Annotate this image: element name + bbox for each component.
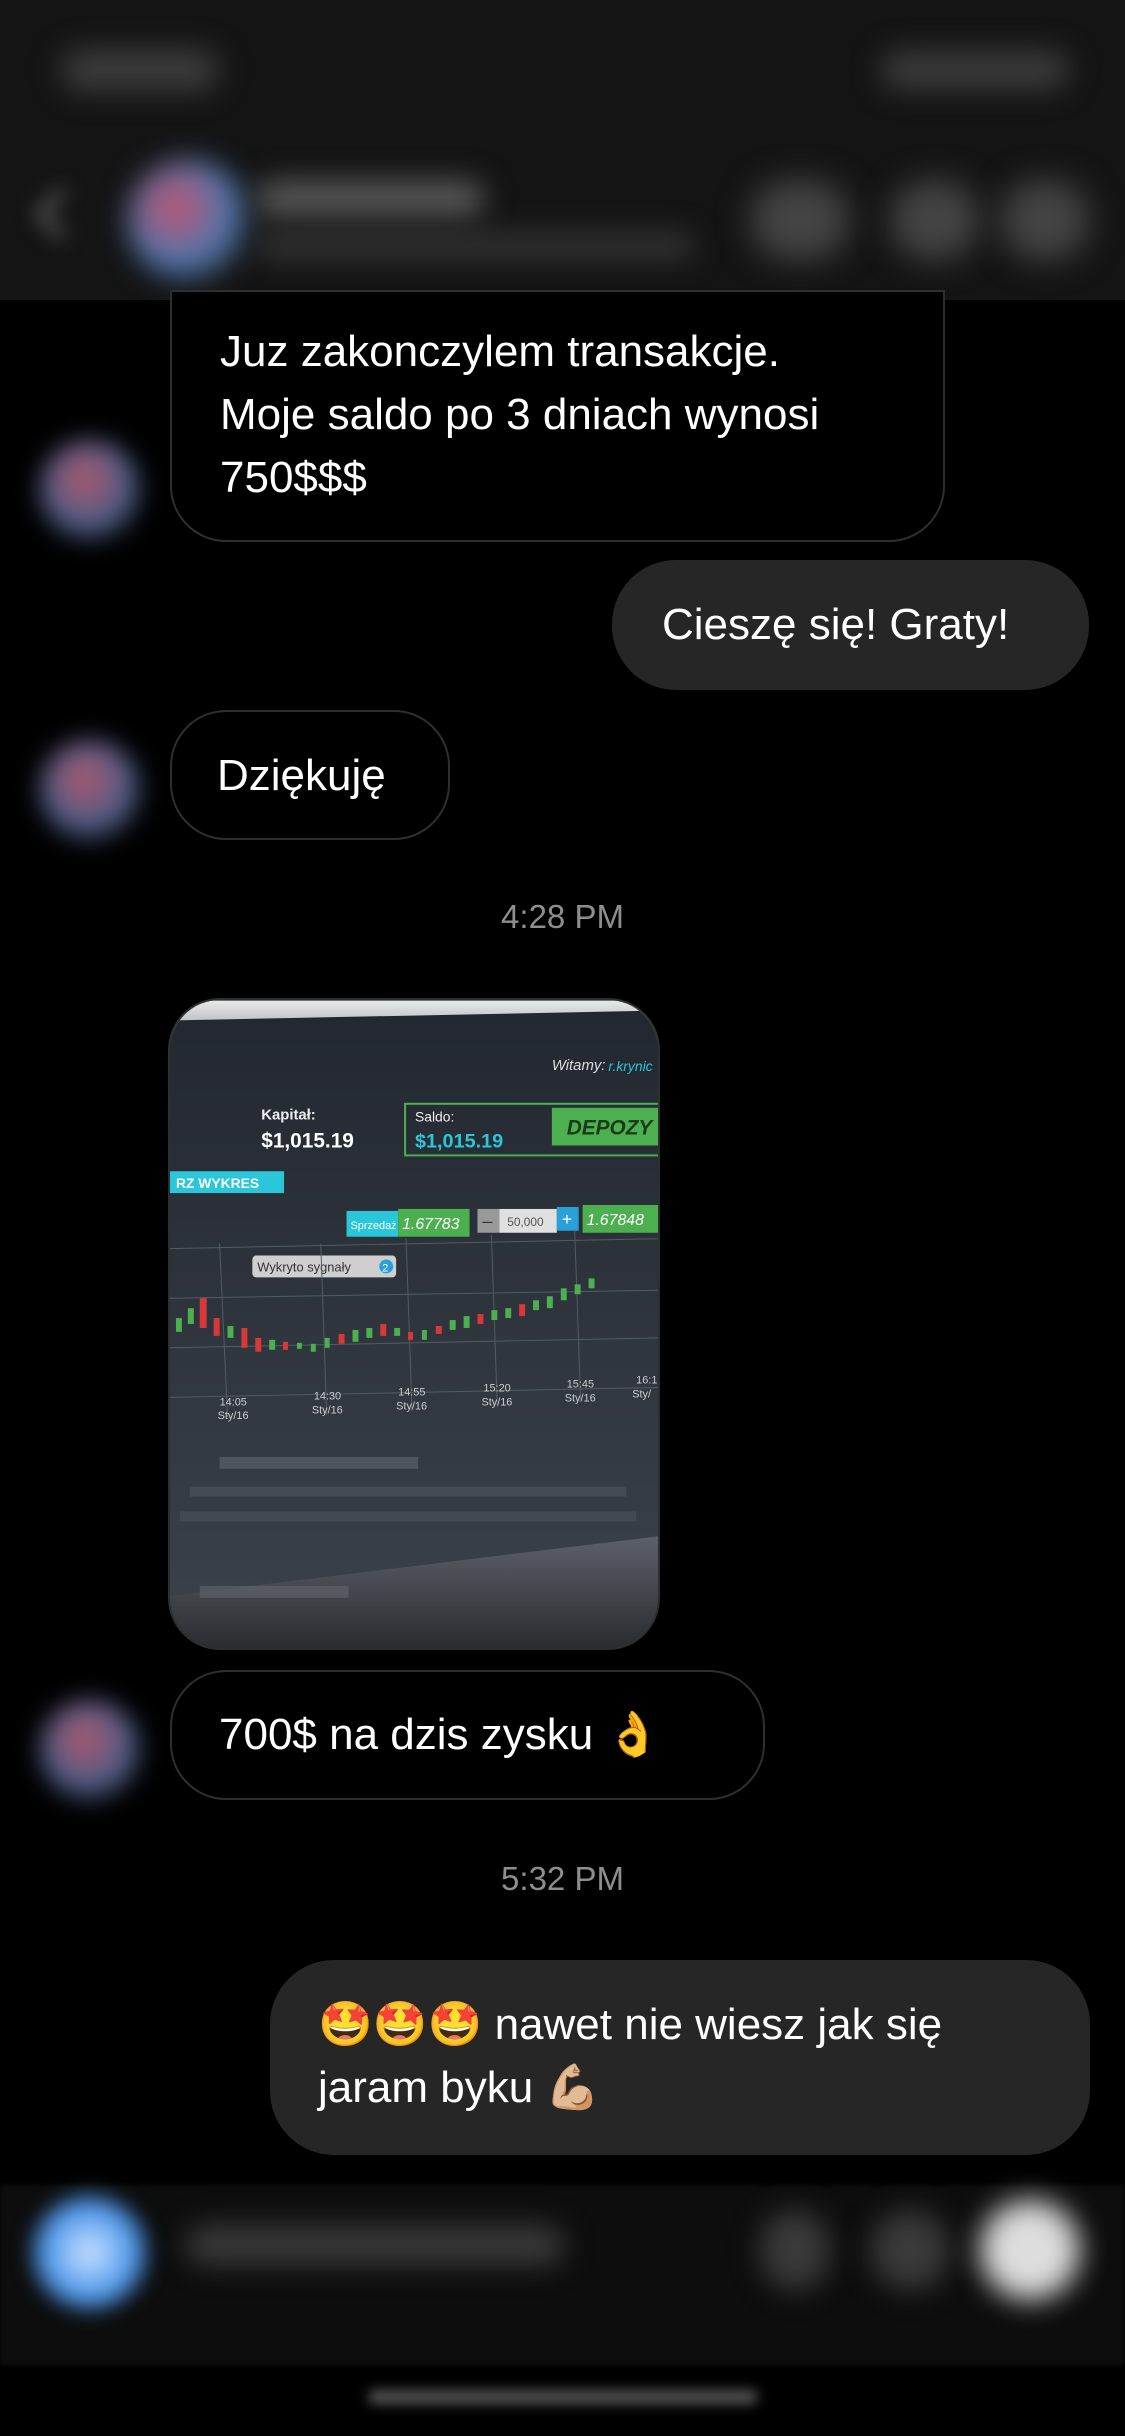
camera-icon[interactable] [32, 2195, 147, 2310]
saldo-value: $1,015.19 [415, 1130, 503, 1152]
phone-call-icon[interactable] [750, 180, 850, 260]
signal-count: 2 [382, 1262, 388, 1274]
gallery-icon[interactable] [870, 2210, 950, 2290]
info-icon[interactable] [1000, 180, 1090, 260]
time-label: 16:1 [636, 1375, 657, 1387]
signal-label: Wykryto sygnały [257, 1259, 351, 1274]
date-label: Sty/16 [218, 1410, 249, 1422]
message-text: 700$ na dzis zysku 👌 [219, 1710, 661, 1759]
date-label: Sty/ [632, 1388, 652, 1400]
saldo-label: Saldo: [415, 1109, 454, 1125]
welcome-text: Witamy: [552, 1058, 606, 1074]
kapital-label: Kapitał: [261, 1108, 316, 1124]
photo-message[interactable]: Witamy: r.krynic Kapitał: $1,015.19 Sald… [168, 998, 660, 1650]
trading-screen-photo: Witamy: r.krynic Kapitał: $1,015.19 Sald… [170, 1000, 658, 1648]
sticker-icon[interactable] [980, 2200, 1080, 2300]
sender-avatar[interactable] [40, 1700, 140, 1800]
message-input[interactable] [185, 2225, 565, 2265]
chart-button: RZ WYKRES [176, 1175, 259, 1191]
time-label: 15:20 [483, 1382, 510, 1394]
svg-text:–: – [482, 1211, 492, 1231]
incoming-message[interactable]: Dziękuję [170, 710, 450, 840]
date-label: Sty/16 [565, 1392, 596, 1404]
sender-avatar[interactable] [40, 440, 140, 540]
status-time [60, 48, 220, 92]
contact-avatar[interactable] [128, 160, 248, 280]
outgoing-message[interactable]: Cieszę się! Graty! [612, 560, 1089, 690]
message-text: 🤩🤩🤩 nawet nie wiesz jak się jaram byku 💪… [318, 2000, 943, 2112]
deposit-button: DEPOZY [567, 1117, 655, 1140]
time-label: 14:05 [220, 1396, 247, 1408]
buy-price: 1.67848 [587, 1212, 645, 1229]
date-label: Sty/16 [396, 1400, 427, 1412]
incoming-message[interactable]: 700$ na dzis zysku 👌 [170, 1670, 765, 1800]
status-icons [880, 50, 1070, 90]
message-timestamp: 4:28 PM [501, 898, 624, 935]
message-text: Cieszę się! Graty! [662, 600, 1010, 649]
incoming-message[interactable]: Juz zakonczylem transakcje. Moje saldo p… [170, 290, 945, 542]
time-label: 15:45 [567, 1378, 594, 1390]
outgoing-message[interactable]: 🤩🤩🤩 nawet nie wiesz jak się jaram byku 💪… [270, 1960, 1090, 2155]
back-arrow-icon[interactable] [22, 180, 82, 250]
svg-text:+: + [562, 1209, 572, 1229]
time-label: 14:55 [398, 1386, 425, 1398]
video-call-icon[interactable] [890, 180, 980, 260]
time-label: 14:30 [314, 1390, 341, 1402]
date-label: Sty/16 [312, 1404, 343, 1416]
date-label: Sty/16 [481, 1396, 512, 1408]
sell-label: Sprzedaż [351, 1220, 397, 1232]
user-text: r.krynic [608, 1058, 652, 1074]
microphone-icon[interactable] [760, 2210, 830, 2290]
contact-subtitle [255, 232, 695, 260]
message-text: Dziękuję [217, 751, 386, 800]
home-indicator [368, 2390, 758, 2404]
message-text: Juz zakonczylem transakcje. Moje saldo p… [220, 327, 820, 502]
message-composer [0, 2185, 1125, 2365]
kapital-value: $1,015.19 [261, 1129, 354, 1152]
contact-name[interactable] [255, 180, 485, 218]
sell-price: 1.67783 [402, 1216, 460, 1233]
message-timestamp: 5:32 PM [501, 1860, 624, 1897]
sender-avatar[interactable] [40, 740, 140, 840]
amount: 50,000 [507, 1215, 544, 1229]
